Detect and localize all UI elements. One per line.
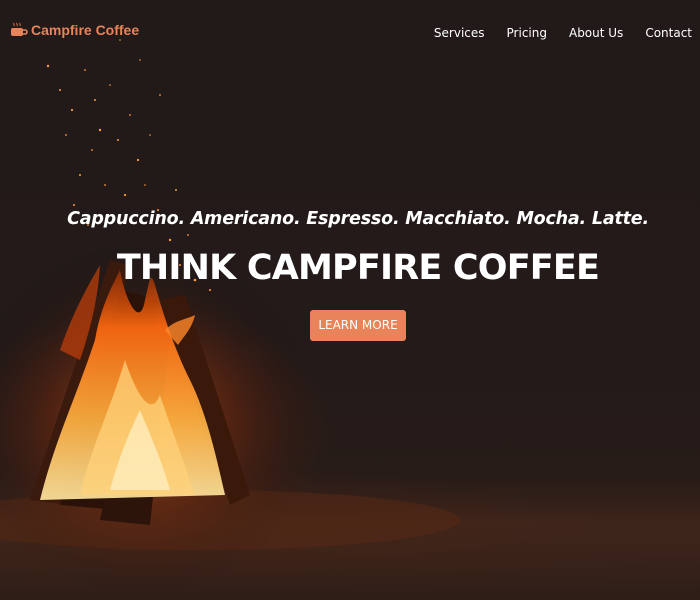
nav-link-services[interactable]: Services: [434, 26, 485, 40]
coffee-cup-icon: [10, 22, 28, 38]
hero-section: Campfire Coffee Services Pricing About U…: [0, 0, 700, 600]
hero-headline: THINK CAMPFIRE COFFEE: [116, 248, 600, 288]
learn-more-button[interactable]: LEARN MORE: [310, 310, 406, 341]
brand-name: Campfire Coffee: [31, 22, 140, 38]
nav-links: Services Pricing About Us Contact: [412, 26, 692, 40]
nav-link-about-us[interactable]: About Us: [569, 26, 623, 40]
nav-link-pricing[interactable]: Pricing: [507, 26, 547, 40]
brand-logo-link[interactable]: Campfire Coffee: [10, 22, 139, 38]
hero-tagline: Cappuccino. Americano. Espresso. Macchia…: [67, 209, 649, 229]
nav-link-contact[interactable]: Contact: [645, 26, 692, 40]
navbar: Campfire Coffee Services Pricing About U…: [0, 0, 700, 66]
campfire-background-image: [0, 39, 700, 600]
